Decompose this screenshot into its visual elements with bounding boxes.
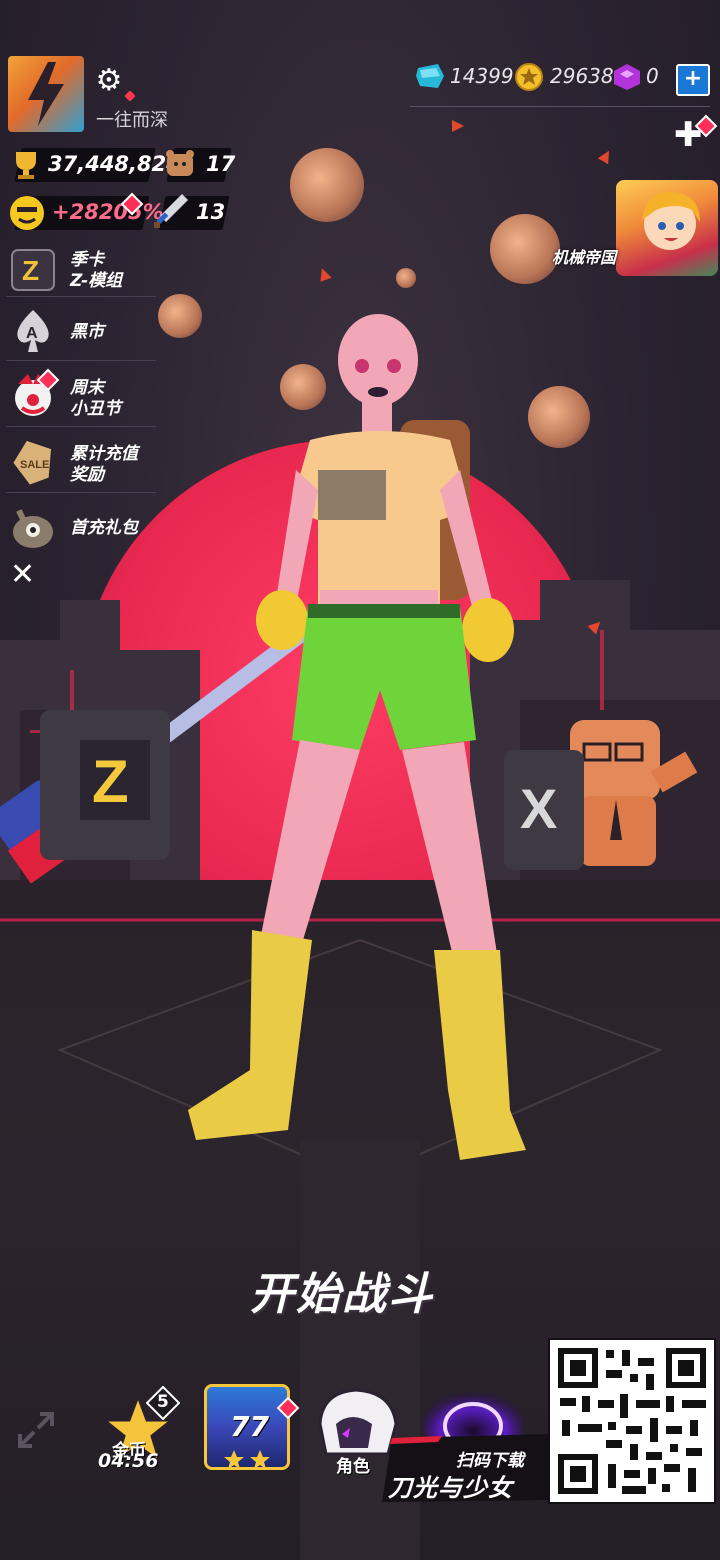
gold-timer: 04:56 (98, 1450, 159, 1472)
anime-girl-portrait (642, 191, 700, 250)
x-machine: X (504, 750, 584, 870)
svg-text:X: X (520, 777, 557, 840)
qr-code[interactable] (548, 1338, 716, 1504)
start-battle-button[interactable]: 开始战斗 (250, 1258, 434, 1322)
menu-label: 季卡 Z-模组 (70, 250, 123, 291)
menu-item-weekend-clown[interactable]: 周末 小丑节 (0, 366, 160, 428)
trophy-count: 37,448,824 (48, 152, 181, 176)
svg-text:Z: Z (92, 748, 129, 815)
svg-text:SALE: SALE (20, 459, 49, 471)
bonus-percent: +28205% (52, 200, 164, 224)
menu-item-season-card[interactable]: Z 季卡 Z-模组 (0, 240, 160, 302)
gold-badge-count: 5 (157, 1392, 169, 1412)
menu-divider (6, 492, 156, 493)
event-portrait[interactable] (616, 180, 718, 276)
gem-icon (416, 64, 444, 88)
spade-ace-icon: A (17, 310, 49, 352)
bear-icon (166, 150, 194, 176)
coin-count: 29638 (550, 64, 614, 88)
svg-text:Z: Z (22, 255, 39, 286)
menu-divider (6, 360, 156, 361)
z-machine: Z (40, 710, 170, 860)
gem-count: 14399 (450, 64, 514, 88)
menu-item-black-market[interactable]: A 黑市 (0, 302, 160, 364)
game-title-label: 刀光与少女 (388, 1474, 513, 1502)
menu-label: 黑市 (70, 322, 104, 342)
add-currency-button[interactable]: + (676, 64, 710, 96)
trophy-icon (16, 152, 36, 179)
bear-count: 17 (206, 152, 236, 176)
settings-gear-icon[interactable]: ⚙ (92, 64, 126, 98)
menu-item-recharge-reward[interactable]: SALE 累计充值 奖励 (0, 432, 160, 494)
menu-label: 累计充值 奖励 (70, 444, 138, 485)
rating-stars-icon (224, 1450, 270, 1469)
game-scene: Z X (0, 0, 720, 1560)
menu-divider (6, 296, 156, 297)
gift-creature-icon (13, 509, 53, 548)
ember-particle (452, 120, 464, 132)
sword-count: 13 (196, 200, 226, 224)
expand-icon[interactable] (14, 1408, 58, 1452)
event-label: 机械帝国 (552, 248, 617, 267)
menu-item-first-recharge[interactable]: 首充礼包 (0, 498, 160, 560)
menu-label: 首充礼包 (70, 518, 138, 538)
currency-divider (410, 106, 710, 107)
ember-particle (316, 266, 332, 282)
svg-text:A: A (26, 325, 38, 342)
level-number: 77 (230, 1410, 269, 1443)
sale-tag-icon: SALE (13, 440, 52, 485)
character-label: 角色 (336, 1457, 370, 1477)
sword-icon (154, 194, 188, 228)
menu-label: 周末 小丑节 (70, 378, 121, 419)
lightning-icon (28, 62, 64, 126)
ember-particle (597, 147, 615, 165)
menu-divider (6, 426, 156, 427)
close-menu-icon[interactable]: ✕ (10, 560, 35, 590)
cube-count: 0 (646, 64, 659, 88)
z-module-icon: Z (11, 249, 55, 291)
purple-cube-icon (614, 64, 640, 90)
floating-orb (396, 268, 416, 288)
floating-orb (490, 214, 560, 284)
floating-orb (290, 148, 364, 222)
coin-icon (515, 63, 543, 91)
player-nickname: 一往而深 (96, 110, 168, 131)
player-avatar[interactable] (8, 56, 84, 132)
qr-code-pattern (558, 1348, 706, 1494)
smiley-face-icon (10, 196, 44, 230)
